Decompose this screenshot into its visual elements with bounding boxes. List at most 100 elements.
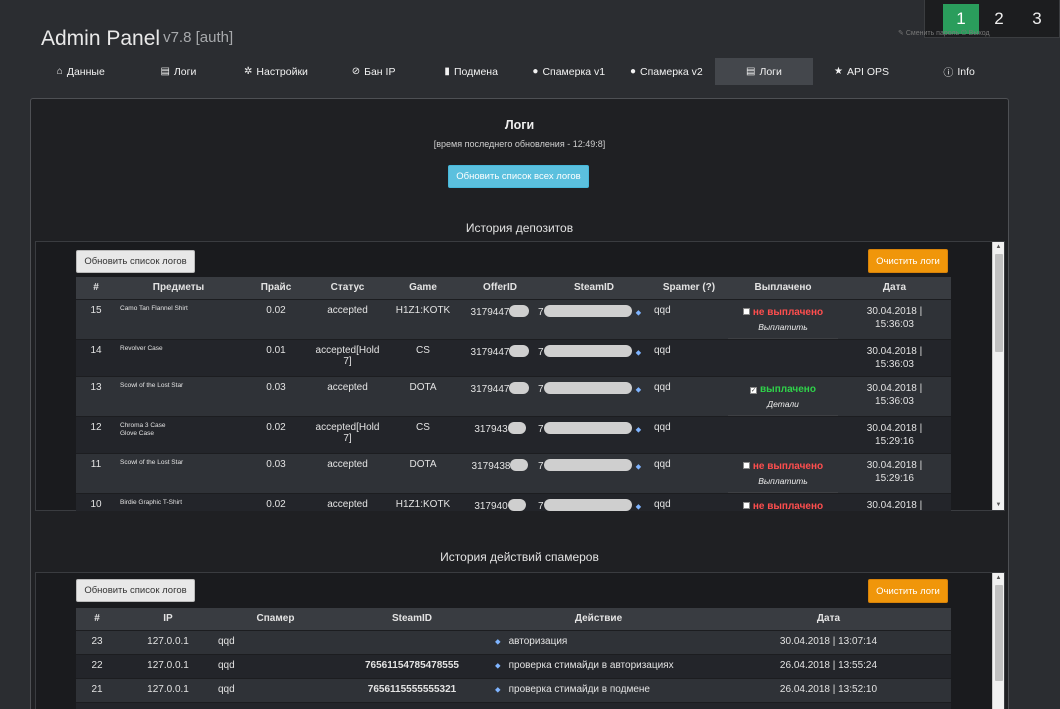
tag-icon[interactable]: ⬥ [636,348,642,357]
refresh-all-logs-button[interactable]: Обновить список всех логов [448,165,589,188]
row-number: 23 [76,629,118,654]
nav-tab-label: Спамерка v2 [640,65,703,78]
nav-tab-3[interactable]: ✲ Настройки [227,58,325,85]
pay-link[interactable]: Выплатить [728,474,838,493]
tag-icon[interactable]: ⬥ [636,308,642,317]
main-nav: ⌂ Данные ▤ Логи ✲ Настройки ⊘ Бан IP ▮ Подмена ● Сп… [32,58,1008,85]
ban-icon: ⊘ [351,66,361,77]
date-cell [706,701,951,709]
item-name: Chroma 3 Case [120,421,166,429]
row-number [76,701,118,709]
tag-icon[interactable]: ⬥ [636,425,642,434]
scroll-thumb[interactable] [995,254,1003,352]
tag-icon[interactable]: ⬥ [636,462,642,471]
details-link[interactable]: Детали [728,397,838,416]
clear-spamers-button[interactable]: Очистить логи [868,579,948,603]
paid-cell: не выплачено Выплатить [728,298,838,339]
redaction-blur [543,381,632,394]
game-cell: CS [384,415,462,453]
steam-cell: 7 ⬥ [538,298,650,339]
spamers-table: # IP Спамер SteamID Действие Дата 23 127.0.0.1… [76,608,951,709]
paid-cell: ✓ выплачено Детали [728,375,838,416]
price-cell: 0.02 [241,298,311,339]
column-header: Spamer (?) [650,277,728,299]
date-time: 15:29:16 [875,472,914,484]
offer-cell: 3179447 [462,375,538,416]
column-header: SteamID [538,277,650,299]
table-row: 12 Chroma 3 Case Glove Case 0.02 accepted[Ho… [76,415,951,453]
date-day: 30.04.2018 | [866,382,923,394]
change-password-link[interactable]: Сменить пароль [906,30,959,37]
game-cell: DOTA [384,452,462,493]
tag-icon[interactable]: ⬥ [636,502,642,511]
date-cell: 30.04.2018 | 15:29:16 [838,415,951,453]
item-name: Scowl of the Lost Star [120,458,184,466]
home-icon: ⌂ [56,66,63,77]
nav-tab-label: Данные [66,65,105,78]
offer-id: 317940 [474,500,508,512]
steam-id: 7 [538,306,544,318]
tag-icon[interactable]: ⬥ [495,637,501,646]
steam-cell: 7656115555555321 [333,677,491,702]
offer-id: 3179447 [470,383,510,395]
action-text: проверка стимайди в подмене [508,683,650,695]
scroll-down-icon[interactable]: ▼ [993,500,1004,510]
nav-tab-6[interactable]: ● Спамерка v1 [520,58,618,85]
nav-tab-1[interactable]: ⌂ Данные [32,58,130,85]
nav-tab-9[interactable]: ★ API OPS [813,58,911,85]
paid-checkbox[interactable] [742,307,750,315]
steam-id: 7 [538,383,544,395]
tag-icon[interactable]: ⬥ [495,661,501,670]
nav-tab-label: Логи [173,65,197,78]
paid-label: не выплачено [752,306,824,318]
deposits-scrollbar[interactable]: ▲ ▼ [992,242,1004,510]
redaction-blur [543,458,632,471]
nav-tab-label: Логи [759,65,782,78]
spamers-scrollbar[interactable]: ▲ [992,573,1004,709]
status-cell: accepted [311,452,384,493]
refresh-deposits-button[interactable]: Обновить список логов [76,250,195,273]
nav-tab-8[interactable]: ▤ Логи [715,58,813,85]
date-cell: 30.04.2018 | 15:36:03 [838,338,951,376]
date-day: 30.04.2018 | [866,459,923,471]
row-number: 12 [76,415,116,453]
deposits-box: Обновить список логов Очистить логи # Пре… [35,241,1005,511]
scroll-thumb[interactable] [995,585,1003,681]
nav-tab-4[interactable]: ⊘ Бан IP [325,58,423,85]
steam-id: 7 [538,460,544,472]
page-3-button[interactable]: 3 [1019,4,1055,34]
date-time: 15:36:03 [875,395,914,407]
date-cell: 30.04.2018 | 13:07:14 [706,629,951,654]
clear-deposits-button[interactable]: Очистить логи [868,249,948,273]
price-cell: 0.03 [241,375,311,416]
refresh-spamers-button[interactable]: Обновить список логов [76,579,195,602]
info-icon: ⓘ [943,68,954,79]
pay-link[interactable]: Выплатить [728,320,838,339]
paid-checkbox[interactable] [742,461,750,469]
spamer-cell: qqd [650,298,728,339]
logout-icon: ⏻ [961,30,967,37]
column-header: Предметы [116,277,241,299]
paid-checkbox[interactable] [742,501,750,509]
app-name: Admin Panel [41,27,161,50]
items-cell: Camo Tan Flannel Shirt [116,298,241,339]
date-day: 30.04.2018 | [866,422,923,434]
scroll-up-icon[interactable]: ▲ [993,242,1004,252]
nav-tab-5[interactable]: ▮ Подмена [422,58,520,85]
paid-checkbox[interactable]: ✓ [750,386,758,394]
nav-tab-label: Подмена [453,65,498,78]
status-cell: accepted [311,375,384,416]
scroll-up-icon[interactable]: ▲ [993,573,1004,583]
game-cell: CS [384,338,462,376]
logout-link[interactable]: Выход [969,30,990,37]
date-time: 15:36:03 [875,318,914,330]
nav-tab-2[interactable]: ▤ Логи [130,58,228,85]
nav-tab-10[interactable]: ⓘ Info [910,58,1008,85]
offer-id: 317943 [474,423,508,435]
tag-icon[interactable]: ⬥ [636,385,642,394]
nav-tab-7[interactable]: ● Спамерка v2 [618,58,716,85]
paid-cell: не выплачено [728,492,838,511]
deposits-title: История депозитов [465,221,574,235]
nav-tab-label: Спамерка v1 [542,65,606,78]
tag-icon[interactable]: ⬥ [495,685,501,694]
